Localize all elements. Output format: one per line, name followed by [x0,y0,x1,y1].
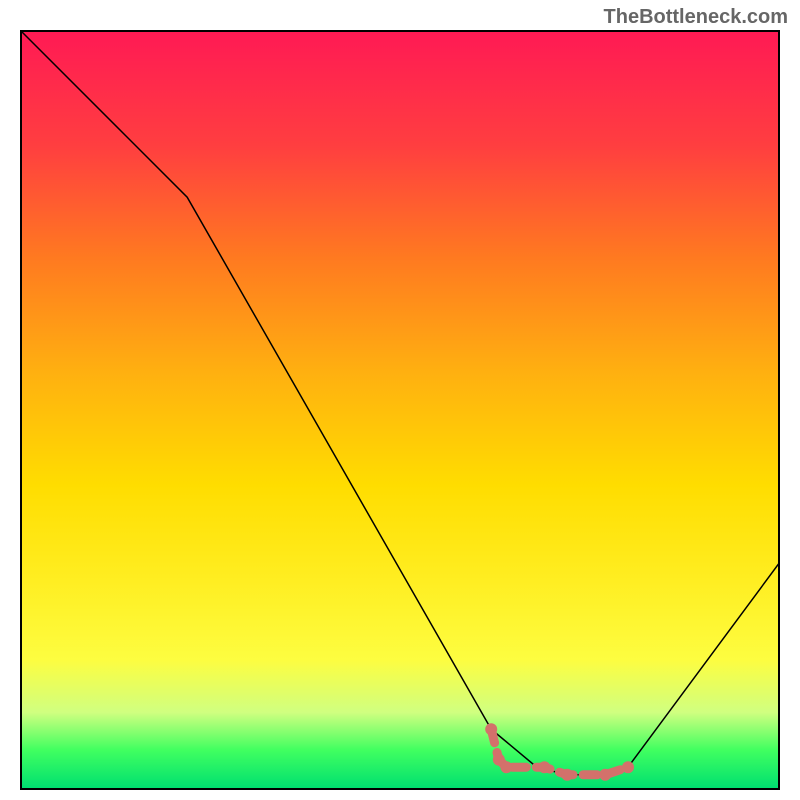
attribution-text: TheBottleneck.com [604,6,788,29]
chart-container: TheBottleneck.com [0,0,800,800]
plot-area [20,30,780,790]
